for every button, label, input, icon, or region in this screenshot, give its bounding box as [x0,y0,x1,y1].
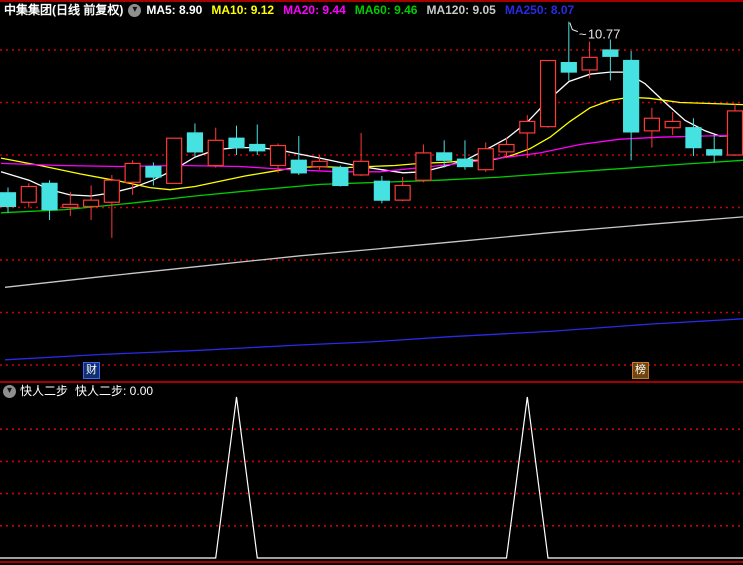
indicator-panel-header: ▾ 快人二步 快人二步: 0.00 [0,384,153,398]
candle-body [311,160,328,168]
candle-body [20,185,37,203]
indicator-signal-line [0,396,743,559]
ma-label: MA20: 9.44 [283,3,346,17]
candle-body [456,158,474,168]
candle-body [706,149,723,156]
indicator-name: 快人二步 [20,384,69,398]
ma-label: MA10: 9.12 [211,3,275,17]
candle-body [436,152,453,161]
indicator-chart[interactable] [0,383,743,565]
chevron-down-icon[interactable]: ▾ [3,384,16,398]
candle-body [498,143,515,153]
indicator-value: 快人二步: 0.00 [75,384,154,398]
candle-body [643,117,661,132]
candle-body [290,159,307,174]
candle-body [664,120,681,129]
badge-finance-tag[interactable]: 财 [83,362,100,379]
annotation-pointer [569,22,578,33]
chevron-down-icon[interactable]: ▾ [128,3,142,17]
candle-body [685,127,702,149]
ma-label: MA5: 8.90 [146,3,203,17]
main-chart-header: 中集集团(日线 前复权) ▾ MA5: 8.90 MA10: 9.12 MA20: … [0,2,743,18]
ma-label: MA120: 9.05 [426,3,496,17]
candle-body [602,49,619,57]
candle-body [539,59,557,128]
candle-body [477,148,494,171]
candle-body [623,59,640,133]
candle-body [207,139,224,167]
candle-body [166,137,183,184]
candle-body [373,180,390,201]
candle-body [41,182,58,211]
candle-body [62,203,79,209]
ma-label: MA250: 8.07 [504,3,575,17]
candle-body [415,152,432,181]
stock-chart-app: 中集集团(日线 前复权) ▾ MA5: 8.90 MA10: 9.12 MA20: … [0,0,743,565]
candle-body [269,144,287,167]
ma-line-ma120 [4,216,743,288]
badge-rank-tag[interactable]: 榜 [632,362,649,379]
candle-body [0,192,17,208]
high-price-label: 10.77 [588,27,621,42]
candle-body [581,56,598,71]
candle-body [249,143,266,152]
candle-body [186,132,204,153]
candlestick-chart[interactable]: ~10.77 [0,18,743,381]
candle-body [228,137,245,149]
candle-body [82,199,100,208]
candle-body [560,61,577,73]
candle-body [394,184,411,201]
annotation-tilde: ~ [579,27,587,42]
candle-body [124,162,141,183]
candle-body [103,179,120,203]
candle-body [726,110,743,156]
ma-value-labels: MA5: 8.90 MA10: 9.12 MA20: 9.44 MA60: 9.46 M… [146,2,583,18]
stock-title: 中集集团(日线 前复权) [4,3,124,17]
candle-body [353,160,370,176]
candle-body [332,167,349,187]
ma-label: MA60: 9.46 [354,3,418,17]
candle-body [145,165,162,178]
candle-body [519,120,536,134]
ma-line-ma250 [4,318,743,361]
